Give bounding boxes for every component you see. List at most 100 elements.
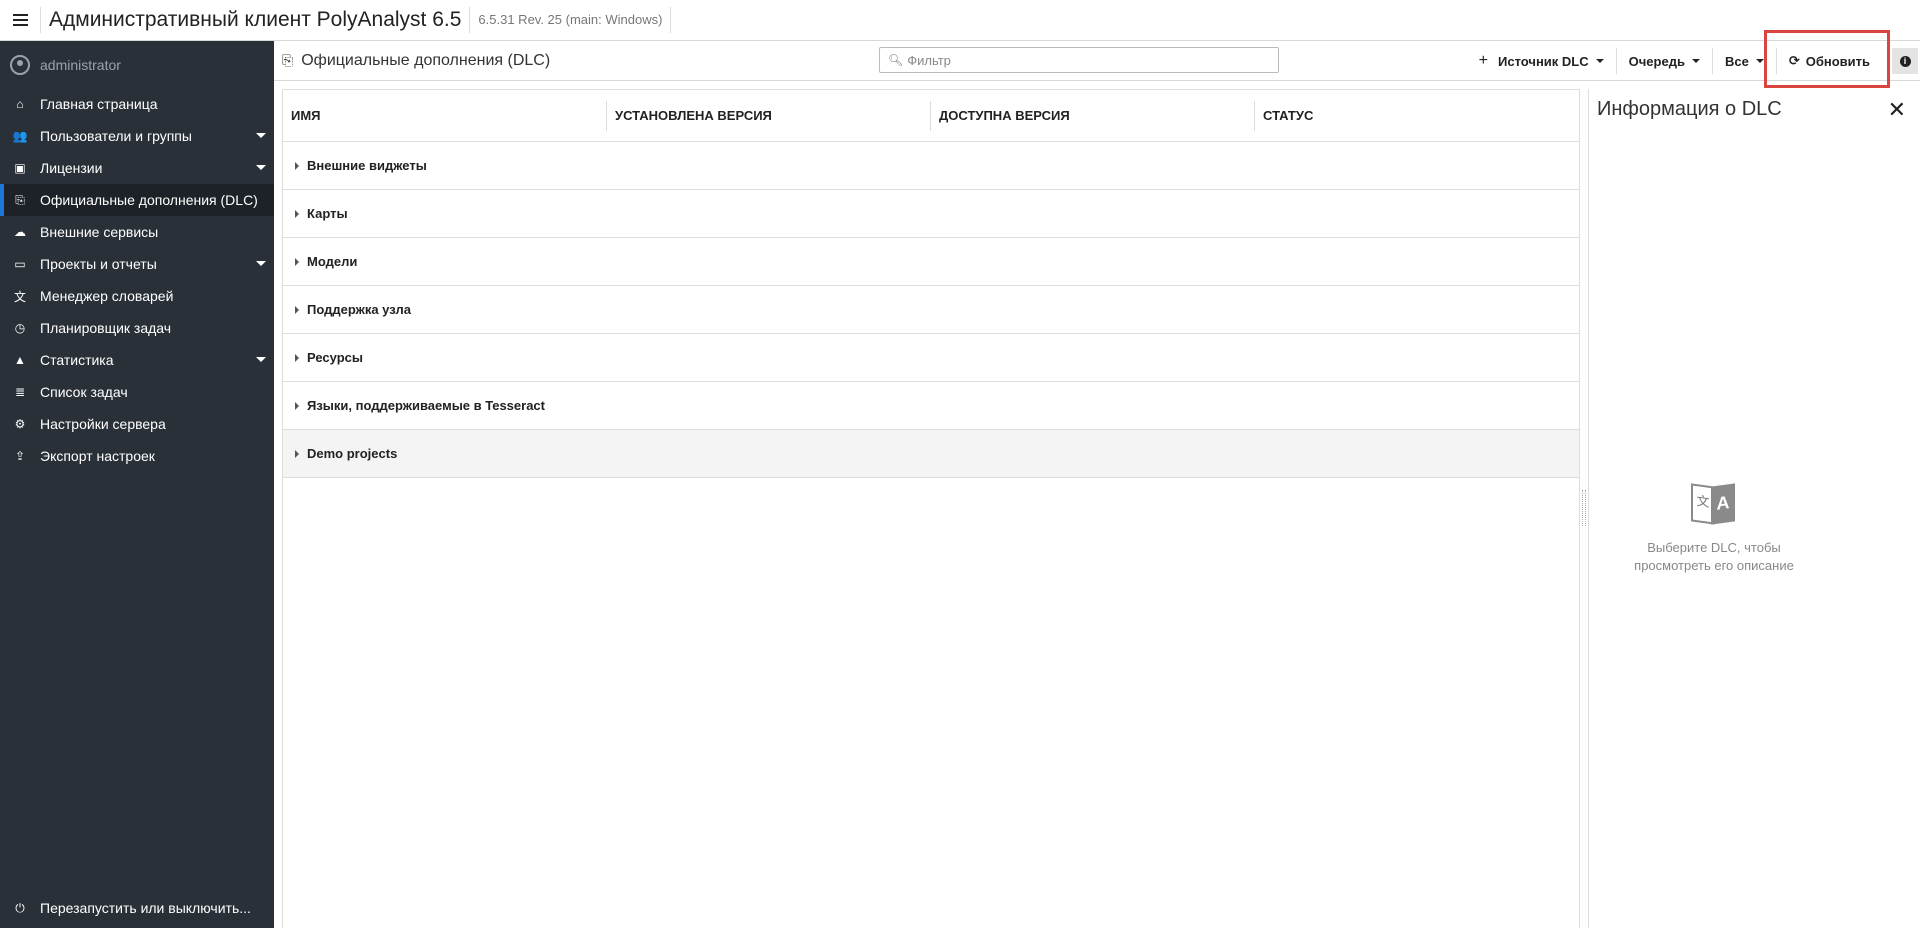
sidebar-item-users[interactable]: 👥 Пользователи и группы xyxy=(0,120,274,152)
filter-field[interactable]: 🔍︎ xyxy=(879,47,1279,73)
services-icon: ☁ xyxy=(14,225,26,239)
sidebar-item-label: Экспорт настроек xyxy=(40,448,155,464)
user-avatar-icon xyxy=(10,54,30,75)
grid-header: ИМЯ УСТАНОВЛЕНА ВЕРСИЯ ДОСТУПНА ВЕРСИЯ С… xyxy=(283,90,1579,142)
page-title-text: Официальные дополнения (DLC) xyxy=(301,51,551,69)
power-icon: ⏻ xyxy=(15,900,25,915)
expand-arrow-icon[interactable] xyxy=(295,401,299,410)
chart-icon: ▲ xyxy=(14,353,26,367)
sidebar-item-label: Главная страница xyxy=(40,96,158,112)
dlc-icon: ⎘ xyxy=(282,52,294,68)
folder-icon: ▭ xyxy=(14,257,26,271)
refresh-button[interactable]: ⟳ Обновить xyxy=(1777,48,1892,74)
caret-down-icon xyxy=(256,357,266,362)
all-filter-button[interactable]: Все xyxy=(1713,48,1777,74)
expand-arrow-icon[interactable] xyxy=(295,257,299,266)
translate-icon: 文A xyxy=(1691,481,1737,531)
sidebar-item-label: Официальные дополнения (DLC) xyxy=(40,192,258,208)
group-row[interactable]: Модели xyxy=(283,238,1579,286)
sidebar: administrator ⌂ Главная страница 👥 Пользова… xyxy=(0,41,274,928)
home-icon: ⌂ xyxy=(16,97,24,111)
expand-arrow-icon[interactable] xyxy=(295,353,299,362)
export-icon: ⇪ xyxy=(14,449,26,463)
sidebar-item-dictionary[interactable]: 文 Менеджер словарей xyxy=(0,280,274,312)
sidebar-item-task-list[interactable]: ≣ Список задач xyxy=(0,376,274,408)
expand-arrow-icon[interactable] xyxy=(295,449,299,458)
sidebar-item-dlc[interactable]: ⎘ Официальные дополнения (DLC) xyxy=(0,184,274,216)
group-row[interactable]: Ресурсы xyxy=(283,334,1579,382)
sidebar-item-label: Статистика xyxy=(40,352,114,368)
caret-down-icon xyxy=(256,133,266,138)
sidebar-item-folder[interactable]: ▭ Проекты и отчеты xyxy=(0,248,274,280)
expand-arrow-icon[interactable] xyxy=(295,161,299,170)
sidebar-item-export[interactable]: ⇪ Экспорт настроек xyxy=(0,440,274,472)
sidebar-item-services[interactable]: ☁ Внешние сервисы xyxy=(0,216,274,248)
search-icon: 🔍︎ xyxy=(888,53,904,67)
group-label: Внешние виджеты xyxy=(307,158,427,173)
task-list-icon: ≣ xyxy=(14,385,26,399)
info-toggle-button[interactable]: i xyxy=(1892,48,1918,74)
user-profile[interactable]: administrator xyxy=(0,41,274,88)
dlc-source-label: Источник DLC xyxy=(1498,53,1589,69)
caret-down-icon xyxy=(256,165,266,170)
sidebar-item-label: Планировщик задач xyxy=(40,320,172,336)
app-title: Административный клиент PolyAnalyst 6.5 xyxy=(40,7,469,33)
plus-icon: + xyxy=(1478,52,1489,69)
group-label: Ресурсы xyxy=(307,350,363,365)
sidebar-item-label: Лицензии xyxy=(40,160,103,176)
caret-down-icon xyxy=(1755,59,1764,63)
sidebar-item-server-settings[interactable]: ⚙ Настройки сервера xyxy=(0,408,274,440)
expand-arrow-icon[interactable] xyxy=(295,209,299,218)
close-icon[interactable]: ✕ xyxy=(1888,99,1906,121)
panel-splitter[interactable] xyxy=(1582,490,1586,526)
column-name[interactable]: ИМЯ xyxy=(283,100,607,131)
column-installed-version[interactable]: УСТАНОВЛЕНА ВЕРСИЯ xyxy=(607,100,931,131)
users-icon: 👥 xyxy=(12,129,28,143)
dlc-icon: ⎘ xyxy=(15,192,25,207)
server-settings-icon: ⚙ xyxy=(14,417,26,431)
caret-down-icon xyxy=(1595,59,1604,63)
dictionary-icon: 文 xyxy=(13,289,26,304)
group-row[interactable]: Языки, поддерживаемые в Tesseract xyxy=(283,382,1579,430)
group-label: Карты xyxy=(307,206,348,221)
filter-input[interactable] xyxy=(907,52,1268,68)
sidebar-item-label: Внешние сервисы xyxy=(40,224,159,240)
username: administrator xyxy=(40,56,121,73)
sidebar-item-label: Менеджер словарей xyxy=(40,288,174,304)
sidebar-item-label: Настройки сервера xyxy=(40,416,166,432)
group-label: Языки, поддерживаемые в Tesseract xyxy=(307,398,545,413)
group-row[interactable]: Demo projects xyxy=(283,430,1579,478)
restart-shutdown-button[interactable]: ⏻ Перезапустить или выключить... xyxy=(0,892,274,924)
caret-down-icon xyxy=(256,261,266,266)
dlc-info-panel: Информация о DLC ✕ 文A Выберите DLC, чтоб… xyxy=(1588,89,1920,928)
group-label: Demo projects xyxy=(307,446,398,461)
group-row[interactable]: Карты xyxy=(283,190,1579,238)
sidebar-item-label: Список задач xyxy=(40,384,128,400)
refresh-label: Обновить xyxy=(1805,53,1870,69)
group-label: Модели xyxy=(307,254,358,269)
empty-state: 文A Выберите DLC, чтобы просмотреть его о… xyxy=(1619,481,1809,575)
empty-state-text: Выберите DLC, чтобы просмотреть его опис… xyxy=(1634,540,1794,573)
group-label: Поддержка узла xyxy=(307,302,412,317)
group-row[interactable]: Поддержка узла xyxy=(283,286,1579,334)
toolbar: ⎘ Официальные дополнения (DLC) 🔍︎ + Исто… xyxy=(274,30,1920,88)
queue-label: Очередь xyxy=(1628,53,1685,69)
menu-icon[interactable] xyxy=(0,0,40,40)
dlc-source-button[interactable]: + Источник DLC xyxy=(1467,48,1617,74)
group-row[interactable]: Внешние виджеты xyxy=(283,142,1579,190)
all-label: Все xyxy=(1724,53,1749,69)
column-status[interactable]: СТАТУС xyxy=(1255,101,1579,131)
sidebar-item-home[interactable]: ⌂ Главная страница xyxy=(0,88,274,120)
sidebar-item-label: Проекты и отчеты xyxy=(40,256,157,272)
restart-shutdown-label: Перезапустить или выключить... xyxy=(40,900,251,916)
sidebar-item-license[interactable]: ▣ Лицензии xyxy=(0,152,274,184)
sidebar-item-clock[interactable]: ◷ Планировщик задач xyxy=(0,312,274,344)
queue-button[interactable]: Очередь xyxy=(1617,48,1713,74)
column-available-version[interactable]: ДОСТУПНА ВЕРСИЯ xyxy=(931,100,1255,131)
sidebar-item-chart[interactable]: ▲ Статистика xyxy=(0,344,274,376)
license-icon: ▣ xyxy=(14,161,26,175)
top-bar: Административный клиент PolyAnalyst 6.5 … xyxy=(0,0,1920,41)
expand-arrow-icon[interactable] xyxy=(295,305,299,314)
sidebar-item-label: Пользователи и группы xyxy=(40,128,192,144)
refresh-icon: ⟳ xyxy=(1788,53,1800,68)
